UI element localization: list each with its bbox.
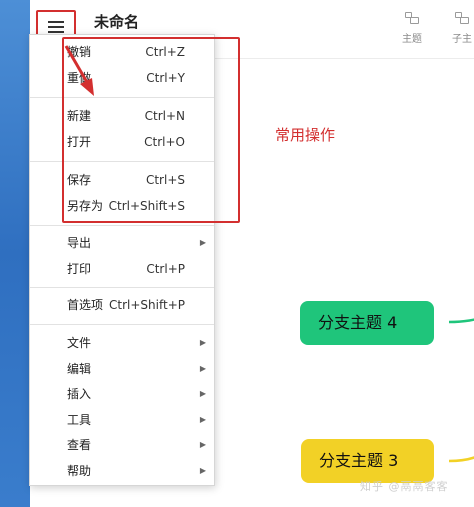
submenu-arrow-icon: ▶ [199,389,206,398]
branch-topic-3[interactable]: 分支主题 3 [301,439,434,483]
menu-item-help[interactable]: 帮助 ▶ [30,459,214,483]
document-title[interactable]: 未命名 [94,11,139,32]
submenu-arrow-icon: ▶ [199,364,206,373]
desktop-background [0,0,30,507]
menu-item-insert[interactable]: 插入 ▶ [30,382,214,406]
annotation-label: 常用操作 [275,126,336,144]
menu-separator [30,324,214,325]
hamburger-icon [48,21,64,33]
menu-item-view[interactable]: 查看 ▶ [30,433,214,457]
toolbar-topic-label: 主题 [402,34,422,45]
toolbar-subtopic-button[interactable]: 子主 [444,12,474,45]
subtopic-icon [455,12,469,24]
menu-item-edit[interactable]: 编辑 ▶ [30,357,214,381]
submenu-arrow-icon: ▶ [199,440,206,449]
menu-item-export[interactable]: 导出 ▶ [30,231,214,255]
menu-item-tools[interactable]: 工具 ▶ [30,408,214,432]
toolbar-topic-button[interactable]: 主题 [394,12,430,45]
branch-topic-4[interactable]: 分支主题 4 [300,301,434,345]
submenu-arrow-icon: ▶ [199,338,206,347]
menu-item-file[interactable]: 文件 ▶ [30,331,214,355]
menu-item-preferences[interactable]: 首选项 Ctrl+Shift+P [30,293,214,317]
menu-separator [30,225,214,226]
toolbar-subtopic-label: 子主 [452,34,472,45]
annotation-highlight-box [62,37,240,223]
submenu-arrow-icon: ▶ [199,238,206,247]
topic-icon [405,12,419,24]
submenu-arrow-icon: ▶ [199,415,206,424]
menu-item-print[interactable]: 打印 Ctrl+P [30,257,214,281]
menu-separator [30,287,214,288]
watermark-text: 知乎 @鬲鬲客客 [360,480,449,493]
submenu-arrow-icon: ▶ [199,466,206,475]
